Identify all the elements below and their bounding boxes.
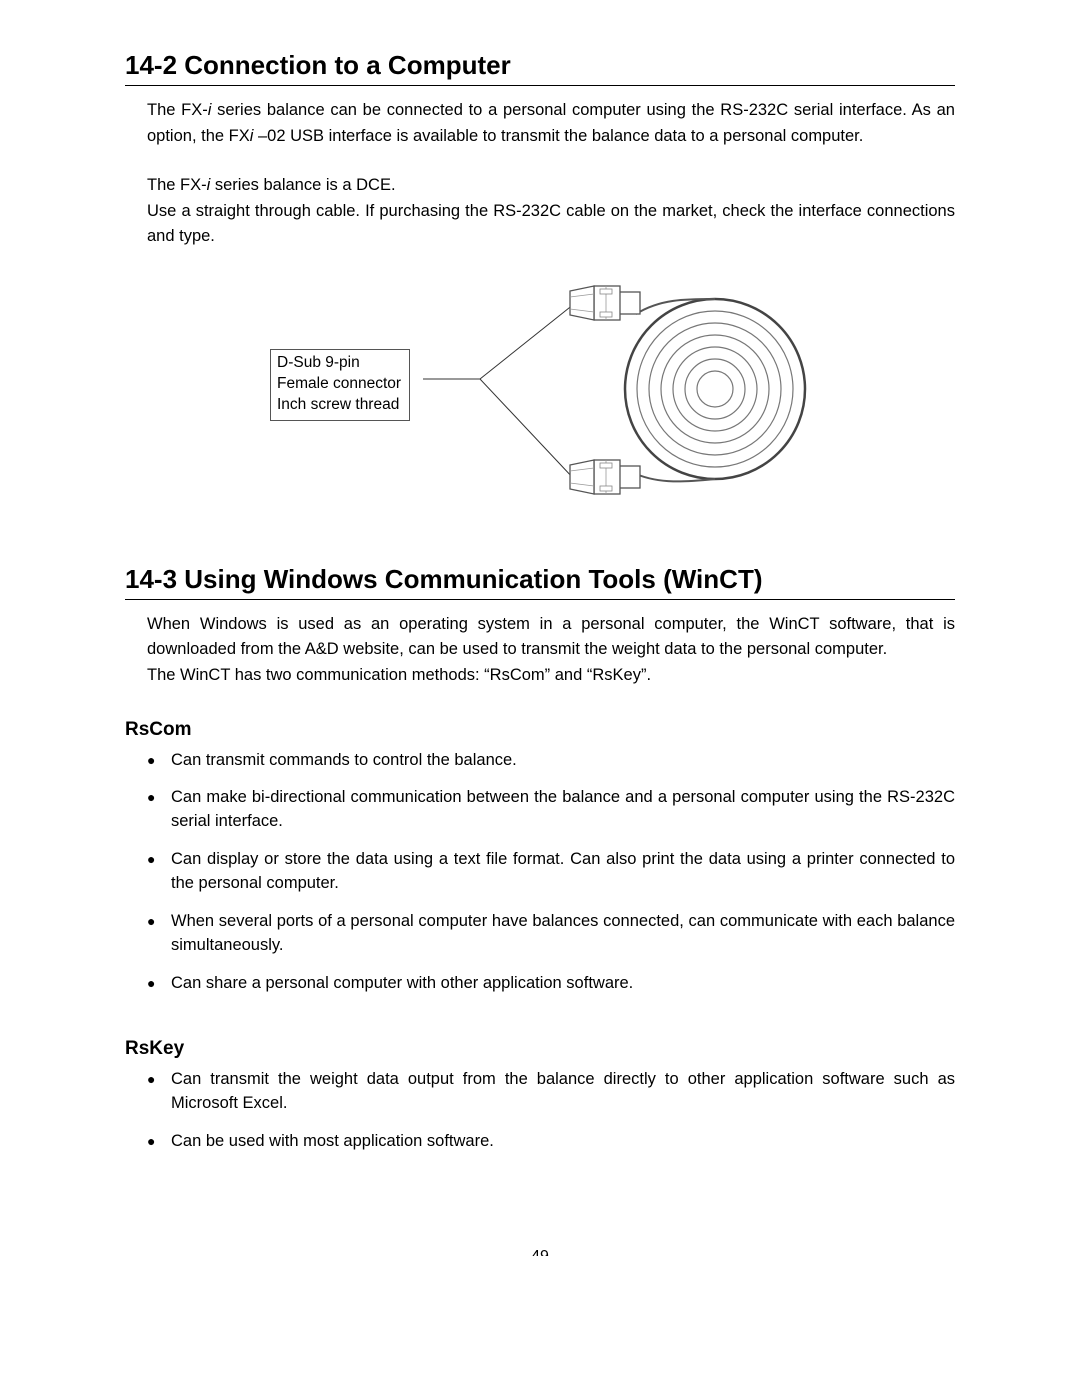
heading-rscom: RsCom: [125, 719, 955, 741]
heading-14-3: 14-3 Using Windows Communication Tools (…: [125, 564, 955, 600]
paragraph: When Windows is used as an operating sys…: [147, 612, 955, 663]
text: series balance is a DCE.: [210, 176, 395, 194]
section-14-2-body: The FX-i series balance can be connected…: [147, 98, 955, 250]
list-item: Can transmit commands to control the bal…: [147, 749, 955, 773]
page-number: 49: [125, 1244, 955, 1256]
list-item: Can make bi-directional communication be…: [147, 786, 955, 834]
paragraph: The FX-i series balance can be connected…: [147, 98, 955, 149]
heading-14-2: 14-2 Connection to a Computer: [125, 50, 955, 86]
rskey-bullet-list: Can transmit the weight data output from…: [147, 1068, 955, 1154]
list-item: Can be used with most application softwa…: [147, 1130, 955, 1154]
dsub-connector-top: [570, 286, 640, 320]
connector-label: D-Sub 9-pin Female connector Inch screw …: [270, 349, 410, 421]
paragraph: The WinCT has two communication methods:…: [147, 663, 955, 689]
list-item: Can share a personal computer with other…: [147, 972, 955, 996]
dsub-connector-bottom: [570, 460, 640, 494]
list-item: When several ports of a personal compute…: [147, 910, 955, 958]
paragraph: Use a straight through cable. If purchas…: [147, 199, 955, 250]
label-line-1: D-Sub 9-pin: [277, 354, 360, 371]
heading-rskey: RsKey: [125, 1038, 955, 1060]
text: The FX-: [147, 176, 207, 194]
label-line-3: Inch screw thread: [277, 396, 399, 413]
section-14-3-body: When Windows is used as an operating sys…: [147, 612, 955, 689]
text: The FX-: [147, 101, 208, 119]
list-item: Can transmit the weight data output from…: [147, 1068, 955, 1116]
cable-diagram: D-Sub 9-pin Female connector Inch screw …: [190, 274, 890, 534]
text: –02 USB interface is available to transm…: [253, 127, 863, 145]
list-item: Can display or store the data using a te…: [147, 848, 955, 896]
paragraph: The FX-i series balance is a DCE.: [147, 173, 955, 199]
label-line-2: Female connector: [277, 375, 401, 392]
rscom-bullet-list: Can transmit commands to control the bal…: [147, 749, 955, 996]
